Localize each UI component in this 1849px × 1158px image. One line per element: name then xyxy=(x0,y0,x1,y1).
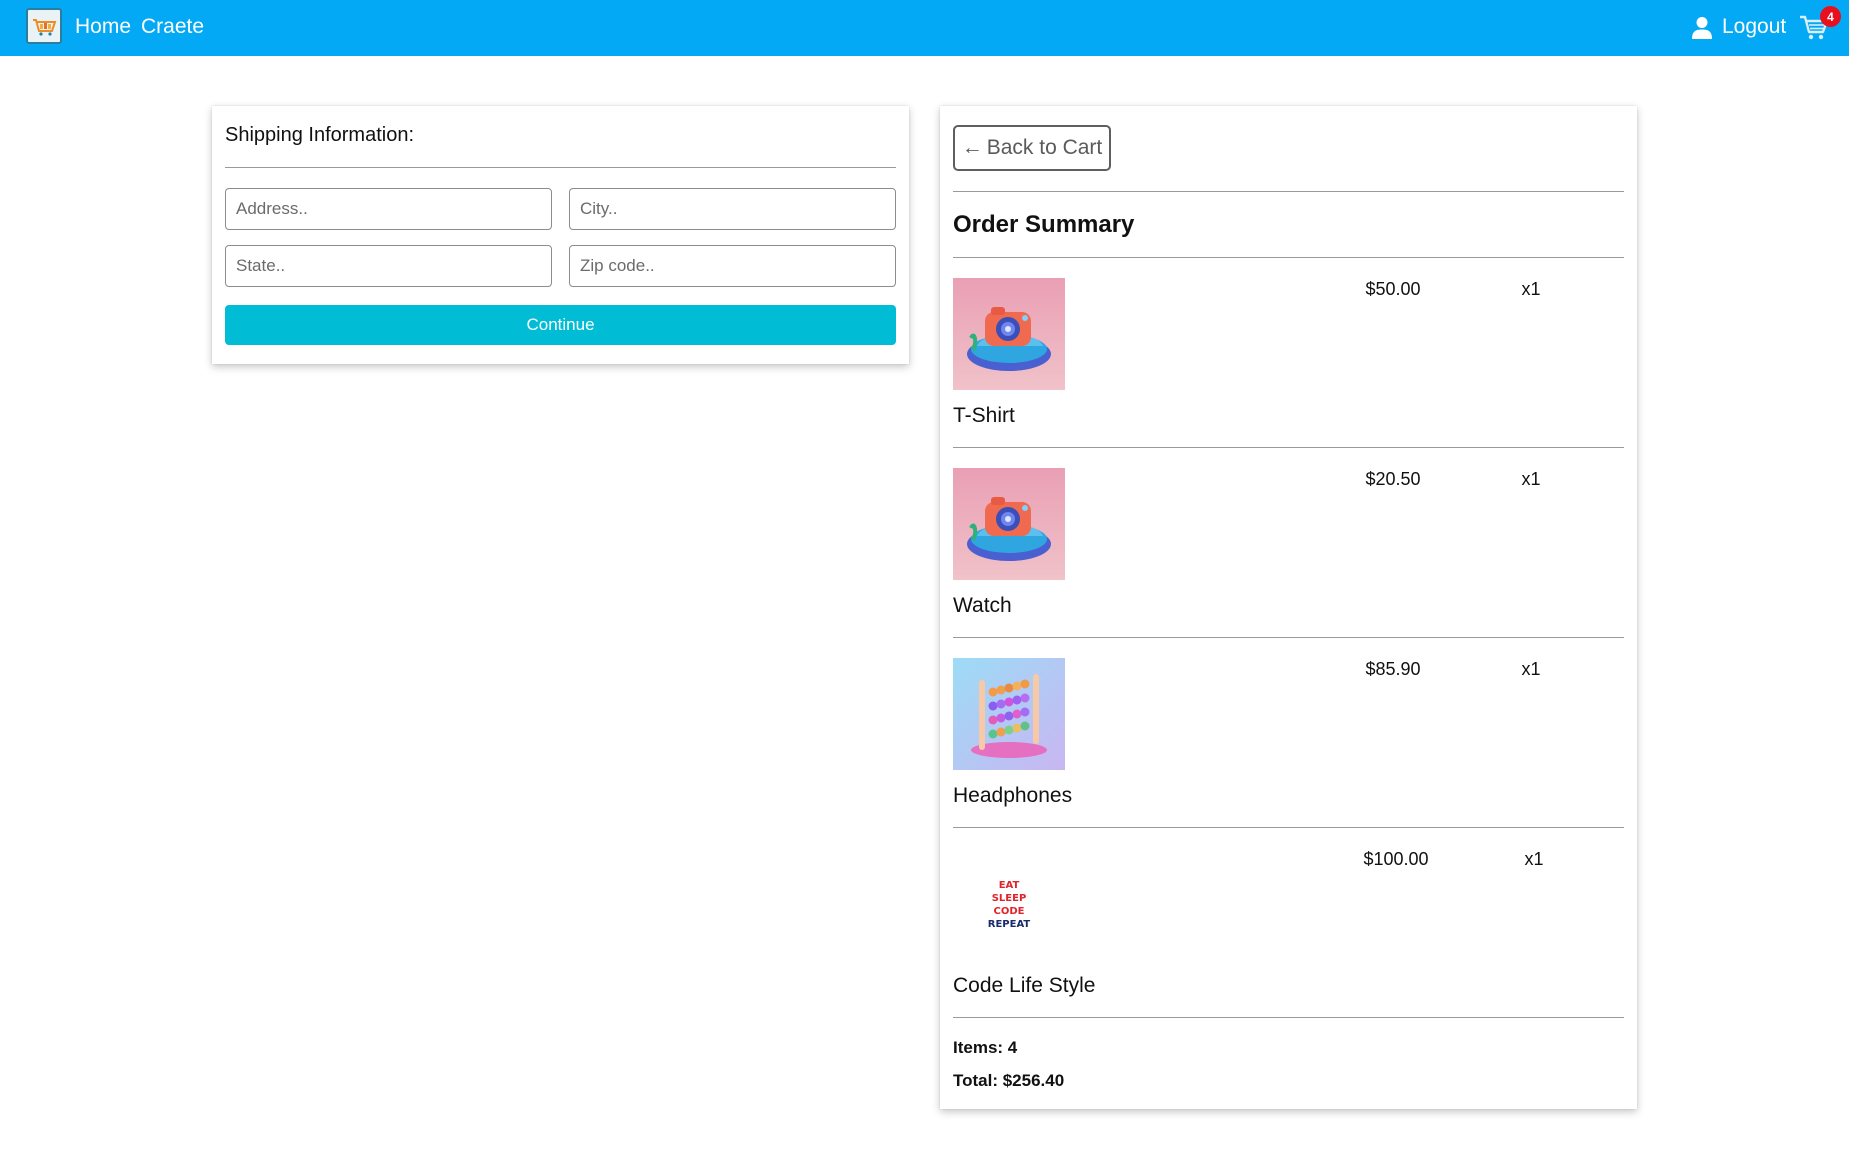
order-item: EAT SLEEP CODE REPEAT Code Life Style $1… xyxy=(953,848,1624,1038)
item-name: T-Shirt xyxy=(953,404,1015,427)
divider xyxy=(953,637,1624,638)
top-navbar: Home Craete Logout 4 xyxy=(0,0,1849,56)
shipping-form-card: Shipping Information: Continue xyxy=(212,106,909,364)
divider xyxy=(953,827,1624,828)
continue-button[interactable]: Continue xyxy=(225,305,896,345)
divider xyxy=(225,167,896,168)
print-text-line: CODE xyxy=(994,906,1025,917)
address-input[interactable] xyxy=(225,188,552,230)
logout-link[interactable]: Logout xyxy=(1722,15,1786,39)
city-input[interactable] xyxy=(569,188,896,230)
item-quantity: x1 xyxy=(1521,469,1541,489)
nav-home-link[interactable]: Home xyxy=(75,15,131,39)
divider xyxy=(953,257,1624,258)
item-quantity: x1 xyxy=(1521,279,1541,299)
state-input[interactable] xyxy=(225,245,552,287)
product-image-abacus xyxy=(953,658,1065,770)
product-image-camera xyxy=(953,468,1065,580)
store-logo-icon[interactable] xyxy=(26,8,62,44)
order-item: Watch $20.50 x1 xyxy=(953,468,1624,658)
nav-create-link[interactable]: Craete xyxy=(141,15,204,39)
item-price: $50.00 xyxy=(1365,279,1421,299)
items-count: Items: 4 xyxy=(953,1038,1018,1057)
order-item: T-Shirt $50.00 x1 xyxy=(953,278,1624,468)
divider xyxy=(953,1017,1624,1018)
zip-code-input[interactable] xyxy=(569,245,896,287)
order-item: Headphones $85.90 x1 xyxy=(953,658,1624,848)
item-price: $100.00 xyxy=(1363,849,1429,869)
order-summary-card: ← Back to Cart Order Summary T-Shirt $50 xyxy=(940,106,1637,1109)
order-total: Total: $256.40 xyxy=(953,1071,1065,1090)
product-image-print: EAT SLEEP CODE REPEAT xyxy=(953,848,1065,960)
cart-count-badge: 4 xyxy=(1820,6,1841,27)
print-text-line: EAT xyxy=(999,880,1020,891)
divider xyxy=(953,447,1624,448)
arrow-left-icon: ← xyxy=(961,136,983,159)
print-text-line: SLEEP xyxy=(992,893,1027,904)
user-icon[interactable] xyxy=(1691,16,1713,40)
shipping-title: Shipping Information: xyxy=(225,124,415,146)
item-quantity: x1 xyxy=(1524,849,1544,869)
item-name: Watch xyxy=(953,594,1012,617)
product-image-camera xyxy=(953,278,1065,390)
item-price: $20.50 xyxy=(1365,469,1421,489)
item-name: Code Life Style xyxy=(953,974,1096,997)
divider xyxy=(953,191,1624,192)
back-to-cart-label: Back to Cart xyxy=(986,136,1103,159)
item-name: Headphones xyxy=(953,784,1073,807)
order-summary-title: Order Summary xyxy=(953,211,1135,238)
back-to-cart-button[interactable]: ← Back to Cart xyxy=(953,125,1111,171)
item-price: $85.90 xyxy=(1365,659,1421,679)
print-text-line: REPEAT xyxy=(988,919,1031,930)
item-quantity: x1 xyxy=(1521,659,1541,679)
